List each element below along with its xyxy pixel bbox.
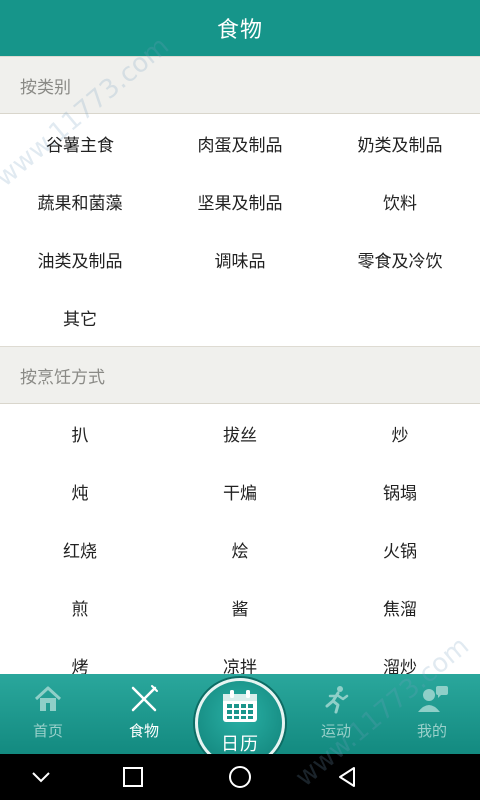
category-item[interactable]: 蔬果和菌藻 — [0, 172, 160, 230]
section-title: 按烹饪方式 — [20, 367, 105, 388]
category-item[interactable]: 零食及冷饮 — [320, 230, 480, 288]
tab-food[interactable]: 食物 — [96, 674, 192, 754]
category-item[interactable]: 谷薯主食 — [0, 114, 160, 172]
category-item[interactable]: 饮料 — [320, 172, 480, 230]
page-title: 食物 — [216, 18, 263, 43]
calendar-label: 日历 — [221, 734, 259, 755]
tab-sport[interactable]: 运动 — [288, 674, 384, 754]
cooking-method-item[interactable]: 炖 — [0, 462, 160, 520]
system-nav-bar — [0, 754, 480, 800]
category-item[interactable]: 其它 — [0, 288, 160, 346]
cooking-method-item[interactable]: 酱 — [160, 578, 320, 636]
cooking-method-item[interactable]: 火锅 — [320, 520, 480, 578]
calendar-icon — [221, 690, 259, 728]
fork-knife-icon — [129, 684, 159, 714]
home-icon — [33, 684, 63, 714]
cooking-method-item[interactable]: 凉拌 — [160, 636, 320, 675]
cooking-method-item[interactable]: 炒 — [320, 404, 480, 462]
category-item[interactable]: 调味品 — [160, 230, 320, 288]
tab-home[interactable]: 首页 — [0, 674, 96, 754]
running-icon — [321, 684, 351, 714]
cooking-method-item[interactable]: 干煸 — [160, 462, 320, 520]
cooking-method-item[interactable]: 红烧 — [0, 520, 160, 578]
cooking-method-item[interactable]: 焦溜 — [320, 578, 480, 636]
cooking-method-item[interactable]: 烩 — [160, 520, 320, 578]
food-category-list[interactable]: 按类别 谷薯主食 肉蛋及制品 奶类及制品 蔬果和菌藻 坚果及制品 饮料 油类及制… — [0, 56, 480, 674]
tab-mine[interactable]: 我的 — [384, 674, 480, 754]
category-item[interactable]: 肉蛋及制品 — [160, 114, 320, 172]
section-by-category: 按类别 谷薯主食 肉蛋及制品 奶类及制品 蔬果和菌藻 坚果及制品 饮料 油类及制… — [0, 56, 480, 346]
category-item[interactable]: 油类及制品 — [0, 230, 160, 288]
top-bar: 食物 — [0, 0, 480, 56]
section-header: 按类别 — [0, 56, 480, 114]
section-header: 按烹饪方式 — [0, 346, 480, 404]
cooking-method-item[interactable]: 扒 — [0, 404, 160, 462]
category-item[interactable]: 坚果及制品 — [160, 172, 320, 230]
category-item[interactable]: 奶类及制品 — [320, 114, 480, 172]
cooking-method-item[interactable]: 锅塌 — [320, 462, 480, 520]
user-chat-icon — [415, 684, 449, 714]
cooking-method-item[interactable]: 拔丝 — [160, 404, 320, 462]
cooking-method-item[interactable]: 溜炒 — [320, 636, 480, 675]
chevron-down-icon[interactable] — [26, 762, 56, 792]
section-title: 按类别 — [20, 77, 71, 98]
home-button[interactable] — [225, 762, 255, 792]
cooking-method-item[interactable]: 煎 — [0, 578, 160, 636]
back-button[interactable] — [332, 762, 362, 792]
cooking-method-item[interactable]: 烤 — [0, 636, 160, 675]
section-by-cooking-method: 按烹饪方式 扒 拔丝 炒 炖 干煸 锅塌 红烧 烩 火锅 煎 酱 焦溜 烤 凉拌… — [0, 346, 480, 674]
recent-apps-button[interactable] — [118, 762, 148, 792]
